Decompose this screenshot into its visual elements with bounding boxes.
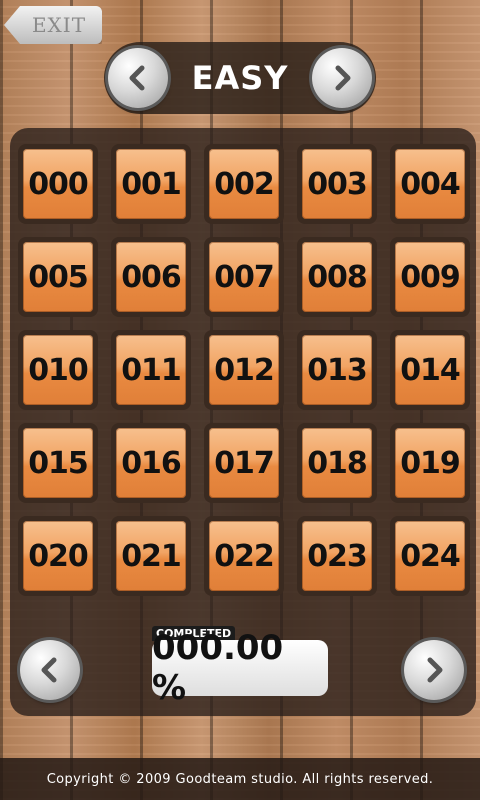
level-number: 020 (23, 521, 93, 591)
level-button[interactable]: 000 (18, 144, 98, 224)
completed-percent: 000.00 % (152, 628, 328, 708)
next-difficulty-button[interactable] (312, 48, 372, 108)
level-button[interactable]: 024 (390, 516, 470, 596)
prev-page-button[interactable] (20, 640, 80, 700)
level-button[interactable]: 008 (297, 237, 377, 317)
level-number: 024 (395, 521, 465, 591)
level-number: 015 (23, 428, 93, 498)
level-button[interactable]: 016 (111, 423, 191, 503)
level-number: 004 (395, 149, 465, 219)
level-button[interactable]: 004 (390, 144, 470, 224)
level-number: 001 (116, 149, 186, 219)
level-number: 023 (302, 521, 372, 591)
level-button[interactable]: 002 (204, 144, 284, 224)
level-number: 010 (23, 335, 93, 405)
level-grid: 000 001 002 003 004 005 006 007 008 009 … (18, 144, 470, 596)
level-button[interactable]: 006 (111, 237, 191, 317)
level-number: 019 (395, 428, 465, 498)
level-number: 022 (209, 521, 279, 591)
level-button[interactable]: 017 (204, 423, 284, 503)
level-number: 007 (209, 242, 279, 312)
level-button[interactable]: 014 (390, 330, 470, 410)
level-number: 013 (302, 335, 372, 405)
level-button[interactable]: 010 (18, 330, 98, 410)
level-button[interactable]: 019 (390, 423, 470, 503)
level-number: 011 (116, 335, 186, 405)
level-number: 016 (116, 428, 186, 498)
level-number: 018 (302, 428, 372, 498)
level-button[interactable]: 009 (390, 237, 470, 317)
next-page-button[interactable] (404, 640, 464, 700)
chevron-left-icon (41, 657, 57, 683)
level-button[interactable]: 015 (18, 423, 98, 503)
level-button[interactable]: 012 (204, 330, 284, 410)
level-button[interactable]: 003 (297, 144, 377, 224)
level-button[interactable]: 011 (111, 330, 191, 410)
level-number: 000 (23, 149, 93, 219)
level-button[interactable]: 001 (111, 144, 191, 224)
chevron-right-icon (427, 657, 443, 683)
level-number: 009 (395, 242, 465, 312)
level-number: 008 (302, 242, 372, 312)
level-number: 017 (209, 428, 279, 498)
level-button[interactable]: 021 (111, 516, 191, 596)
level-button[interactable]: 023 (297, 516, 377, 596)
level-button[interactable]: 022 (204, 516, 284, 596)
level-button[interactable]: 018 (297, 423, 377, 503)
level-number: 002 (209, 149, 279, 219)
level-number: 021 (116, 521, 186, 591)
exit-label: EXIT (31, 13, 87, 37)
level-button[interactable]: 020 (18, 516, 98, 596)
level-button[interactable]: 007 (204, 237, 284, 317)
level-button[interactable]: 013 (297, 330, 377, 410)
level-number: 005 (23, 242, 93, 312)
level-number: 006 (116, 242, 186, 312)
copyright-footer: Copyright © 2009 Goodteam studio. All ri… (0, 758, 480, 800)
chevron-right-icon (335, 65, 351, 91)
exit-button[interactable]: EXIT (4, 6, 102, 44)
level-number: 012 (209, 335, 279, 405)
level-button[interactable]: 005 (18, 237, 98, 317)
level-number: 014 (395, 335, 465, 405)
level-number: 003 (302, 149, 372, 219)
